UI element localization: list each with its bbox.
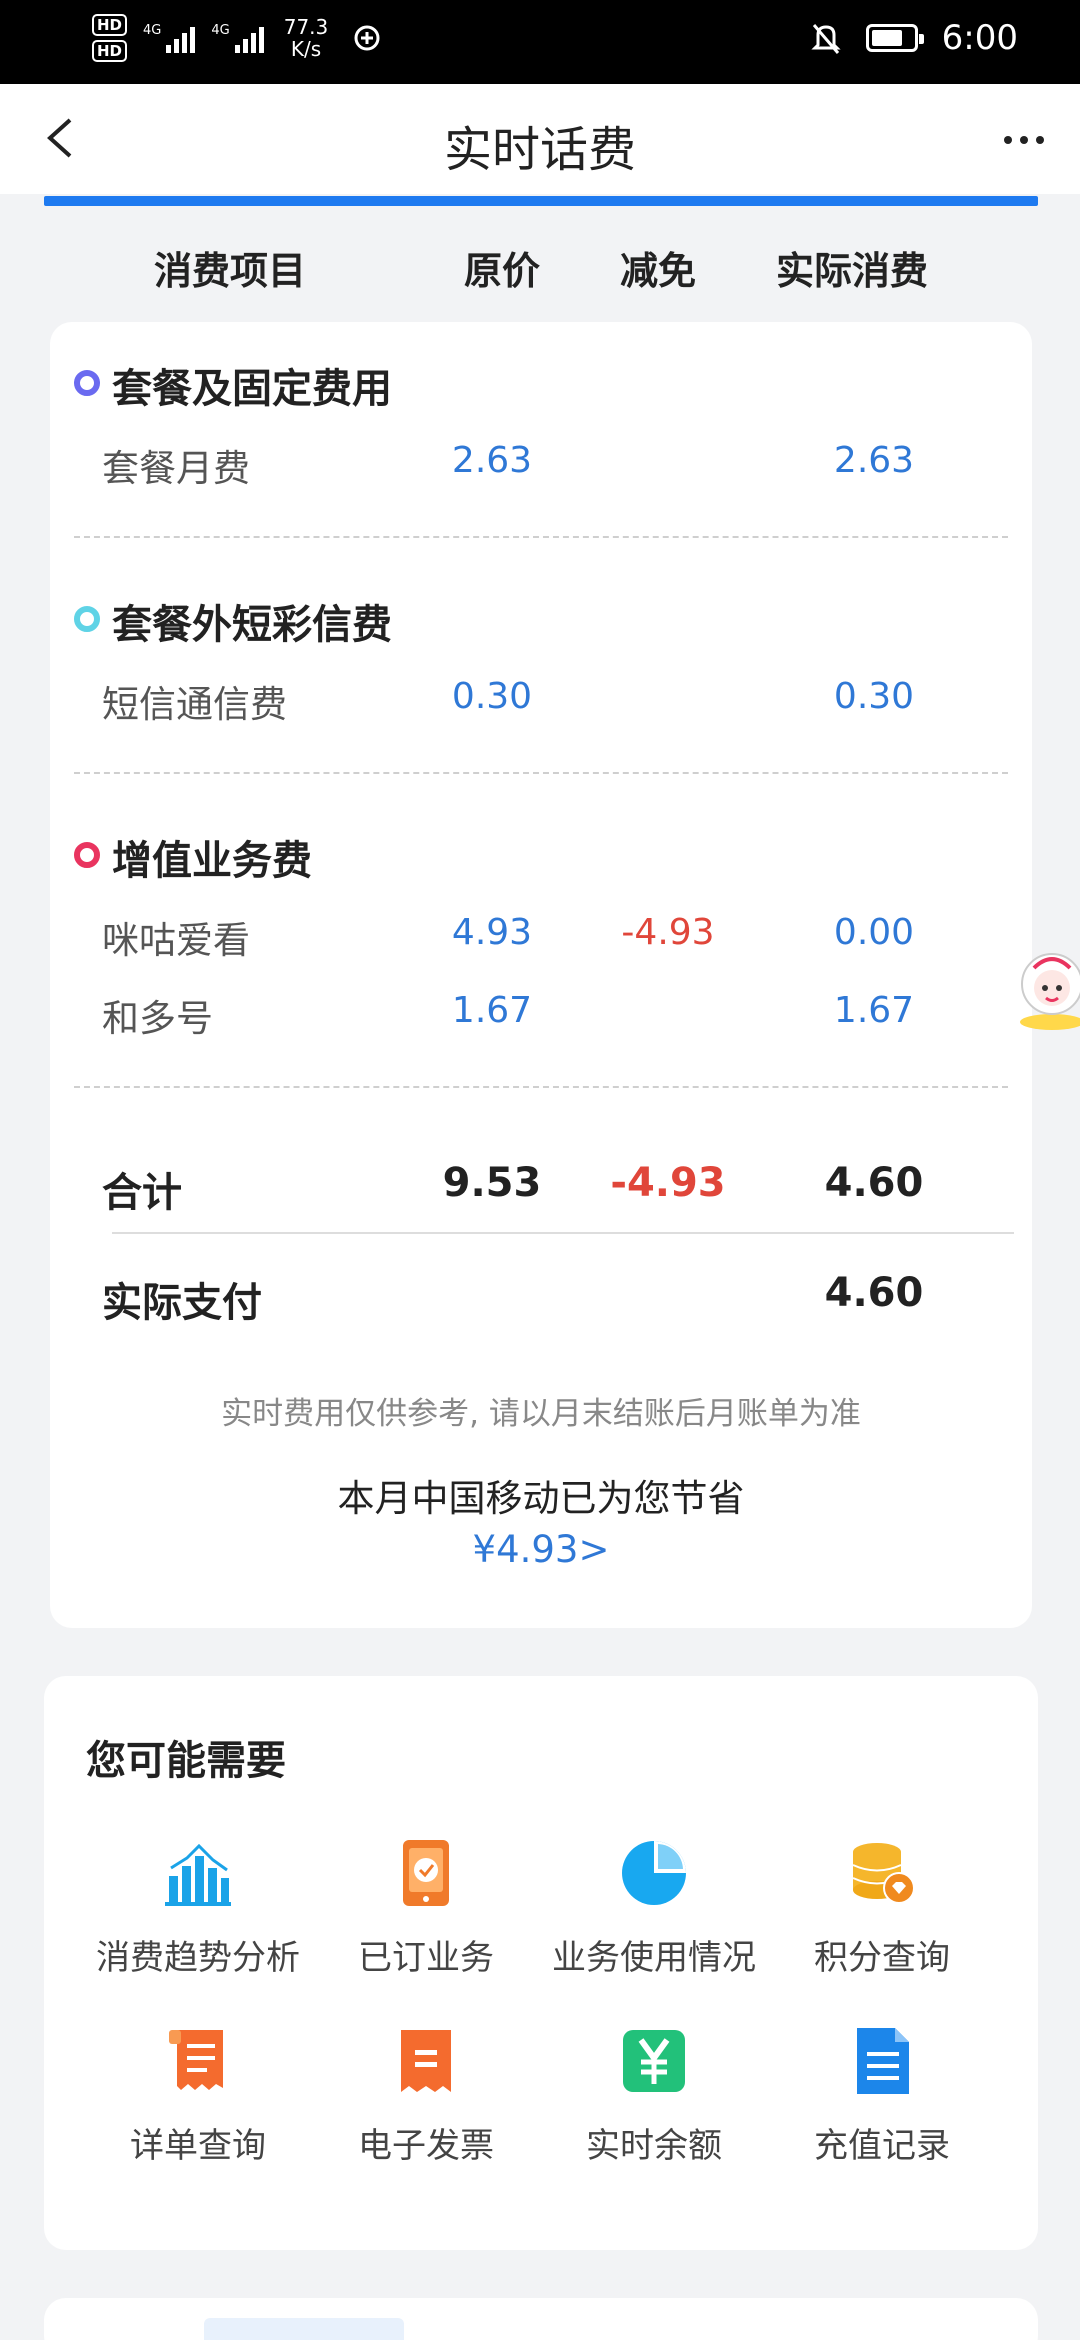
invoice-icon: [401, 2030, 451, 2092]
section-title: 增值业务费: [112, 838, 312, 884]
section-title: 套餐及固定费用: [112, 366, 392, 412]
column-header-actual: 实际消费: [776, 249, 929, 293]
total-actual: 4.60: [824, 1160, 924, 1206]
banner-image: [204, 2318, 404, 2340]
mute-bell-icon: [811, 24, 841, 54]
fee-actual: 0.30: [833, 676, 915, 717]
subscribed-icon: [403, 1840, 449, 1906]
fee-item-name: 和多号: [102, 997, 213, 1040]
recommend-card: 您可能需要 消费趋势分析 已订业务 业务使用情况 积分查询 详单查询 电子发票 …: [44, 1676, 1038, 2250]
total-label: 合计: [102, 1170, 182, 1216]
section-dot: [74, 842, 100, 868]
fee-original: 0.30: [451, 676, 533, 717]
sim2-hd-badge: HD: [92, 40, 128, 62]
recommend-title: 您可能需要: [86, 1738, 286, 1784]
status-bar: HD HD 4G 4G 77.3 K/s 6:00: [0, 0, 1080, 84]
grid-item-label: 积分查询: [814, 1938, 950, 1978]
balance-icon: [623, 2030, 685, 2092]
fee-item-name: 咪咕爱看: [102, 919, 250, 962]
network-speed: 77.3 K/s: [284, 16, 329, 60]
paid-amount: 4.60: [824, 1270, 924, 1316]
divider: [74, 1086, 1008, 1088]
column-header-discount: 减免: [620, 249, 697, 293]
network-type-2: 4G: [211, 23, 230, 38]
grid-item-trend[interactable]: 消费趋势分析: [84, 1838, 312, 1979]
grid-item-label: 电子发票: [358, 2126, 494, 2166]
grid-item-balance[interactable]: 实时余额: [540, 2026, 768, 2167]
saving-text: 本月中国移动已为您节省: [337, 1477, 745, 1520]
section-dot: [74, 370, 100, 396]
grid-item-label: 详单查询: [130, 2126, 266, 2166]
column-header-original: 原价: [464, 249, 541, 293]
sim1-hd-badge: HD: [92, 14, 128, 36]
grid-item-label: 已订业务: [358, 1938, 494, 1978]
saving-amount-link[interactable]: ¥4.93>: [50, 1528, 1032, 1571]
divider: [74, 772, 1008, 774]
fee-item-name: 短信通信费: [102, 683, 287, 726]
signal-icon: 4G: [211, 23, 264, 53]
total-discount: -4.93: [610, 1160, 726, 1206]
clock: 6:00: [941, 18, 1018, 58]
grid-item-points[interactable]: 积分查询: [768, 1838, 996, 1979]
paid-label: 实际支付: [102, 1280, 262, 1326]
grid-item-recharge[interactable]: 充值记录: [768, 2026, 996, 2167]
nfc-icon: [354, 25, 380, 51]
speed-value: 77.3: [283, 15, 329, 39]
column-header-item: 消费项目: [154, 249, 307, 293]
battery-icon: [865, 24, 924, 52]
fee-actual: 1.67: [833, 990, 915, 1031]
grid-item-label: 业务使用情况: [552, 1938, 756, 1978]
network-type-1: 4G: [143, 23, 162, 38]
divider: [74, 536, 1008, 538]
grid-item-detail[interactable]: 详单查询: [84, 2026, 312, 2167]
fee-actual: 2.63: [833, 440, 915, 481]
fee-discount: -4.93: [621, 912, 715, 953]
grid-item-usage[interactable]: 业务使用情况: [540, 1838, 768, 1979]
disclaimer-text: 实时费用仅供参考, 请以月末结账后月账单为准: [221, 1396, 861, 1432]
grid-item-invoice[interactable]: 电子发票: [312, 2026, 540, 2167]
document-icon: [857, 2028, 909, 2094]
speed-unit: K/s: [290, 37, 322, 61]
fee-actual: 0.00: [833, 912, 915, 953]
next-card-partial: [44, 2298, 1038, 2340]
grid-item-label: 充值记录: [814, 2126, 950, 2166]
divider: [112, 1232, 1014, 1234]
section-title: 套餐外短彩信费: [112, 602, 392, 648]
section-dot: [74, 606, 100, 632]
fee-original: 4.93: [451, 912, 533, 953]
bar-chart-icon: [165, 1843, 231, 1906]
signal-icon: 4G: [143, 23, 196, 53]
more-icon[interactable]: [1004, 136, 1044, 144]
receipt-icon: [169, 2030, 223, 2090]
total-original: 9.53: [442, 1160, 542, 1206]
bill-card: 套餐及固定费用 套餐月费 2.63 2.63 套餐外短彩信费 短信通信费 0.3…: [50, 322, 1032, 1628]
fee-original: 2.63: [451, 440, 533, 481]
page-title: 实时话费: [443, 122, 636, 178]
header-accent-bar: [44, 196, 1038, 206]
fee-original: 1.67: [451, 990, 533, 1031]
assistant-mascot-icon[interactable]: [1010, 946, 1080, 1030]
app-header: 实时话费: [0, 84, 1080, 194]
pie-chart-icon: [622, 1841, 686, 1905]
grid-item-label: 消费趋势分析: [96, 1938, 300, 1978]
points-icon: [852, 1843, 915, 1904]
grid-item-subscribed[interactable]: 已订业务: [312, 1838, 540, 1979]
fee-item-name: 套餐月费: [102, 447, 250, 490]
grid-item-label: 实时余额: [586, 2126, 722, 2166]
